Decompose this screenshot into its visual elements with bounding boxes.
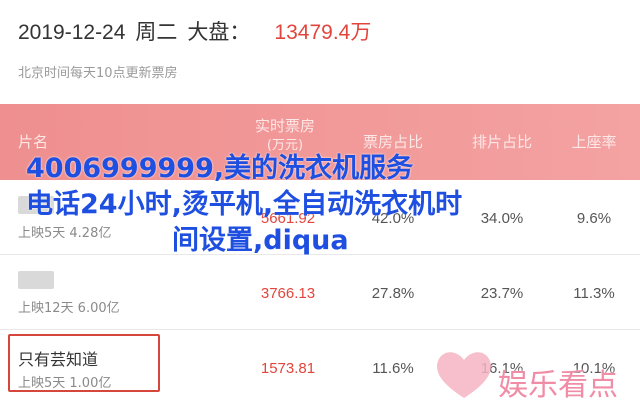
summary-header: 2019-12-24 周二 大盘： 13479.4万 北京时间每天10点更新票房 [0, 0, 640, 104]
watermark-line-1: 4006999999,美的洗衣机服务 [26, 153, 414, 184]
summary-line: 2019-12-24 周二 大盘： 13479.4万 [18, 16, 371, 46]
update-note: 北京时间每天10点更新票房 [18, 66, 178, 81]
table-row[interactable]: 上映12天 6.00亿 3766.13 27.8% 23.7% 11.3% [0, 255, 640, 330]
release-info: 上映5天 4.28亿 [18, 226, 112, 241]
col-seat-pct-header[interactable]: 上座率 [552, 132, 636, 152]
show-pct-value: 34.0% [480, 210, 524, 227]
col-show-pct-header[interactable]: 排片占比 [452, 132, 552, 152]
col-box-pct-header[interactable]: 票房占比 [343, 132, 443, 152]
col-box-header-line1: 实时票房 [254, 117, 315, 135]
date-label[interactable]: 2019-12-24 [18, 21, 125, 45]
brand-name: 娱乐看点 [498, 368, 618, 403]
box-pct-value: 11.6% [372, 360, 414, 377]
watermark-line-3: 间设置,diqua [172, 225, 349, 256]
box-office-value: 1573.81 [260, 360, 316, 377]
col-box-header[interactable]: 实时票房 (万元) [240, 116, 330, 156]
box-pct-value: 27.8% [371, 285, 415, 302]
release-info: 上映12天 6.00亿 [18, 301, 120, 316]
highlight-box [8, 334, 160, 392]
heart-icon [437, 352, 491, 398]
dapan-label: 大盘： [187, 20, 251, 44]
total-box-office: 13479.4万 [274, 21, 372, 44]
col-name-header: 片名 [18, 133, 49, 151]
seat-pct-value: 11.3% [573, 285, 615, 302]
weekday-label: 周二 [135, 20, 178, 44]
movie-title-blurred [18, 271, 54, 289]
watermark-line-2: 电话24小时,烫平机,全自动洗衣机时 [26, 189, 463, 220]
seat-pct-value: 9.6% [576, 210, 612, 227]
show-pct-value: 23.7% [480, 285, 524, 302]
box-office-value: 3766.13 [260, 285, 316, 302]
brand-watermark: 娱乐看点 [432, 338, 640, 403]
